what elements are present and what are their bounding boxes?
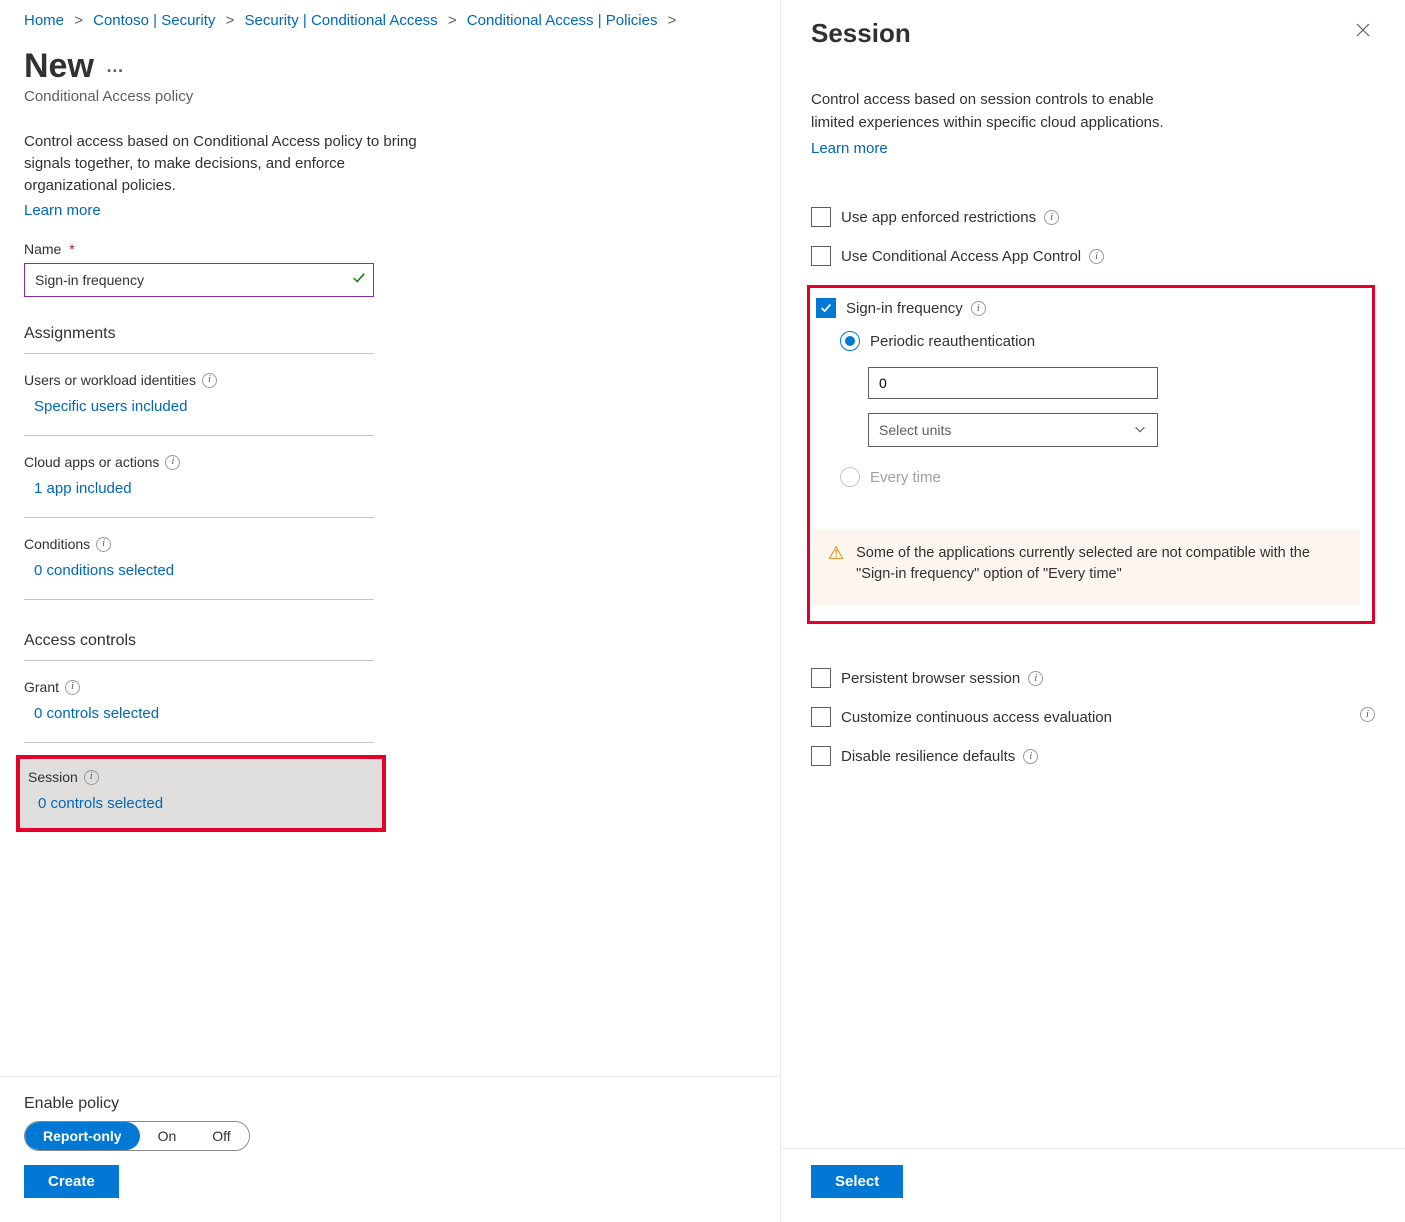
required-icon: *	[69, 241, 74, 257]
signin-frequency-checkbox[interactable]	[816, 298, 836, 318]
access-controls-header: Access controls	[24, 632, 374, 661]
session-section-title: Session	[28, 769, 78, 785]
create-button[interactable]: Create	[24, 1165, 119, 1198]
info-icon[interactable]: i	[1044, 210, 1059, 225]
apps-link[interactable]: 1 app included	[24, 480, 132, 507]
periodic-radio-label: Periodic reauthentication	[870, 333, 1035, 350]
chevron-down-icon	[1133, 422, 1147, 439]
page-title: New	[24, 47, 94, 86]
assignments-header: Assignments	[24, 325, 374, 354]
info-icon[interactable]: i	[1360, 707, 1375, 722]
signin-frequency-highlight: Sign-in frequency i Periodic reauthentic…	[807, 285, 1375, 624]
units-select-placeholder: Select units	[879, 422, 951, 438]
session-link[interactable]: 0 controls selected	[26, 795, 163, 822]
breadcrumb-security[interactable]: Contoso | Security	[93, 12, 215, 29]
toggle-off[interactable]: Off	[194, 1122, 248, 1150]
conditions-section-title: Conditions	[24, 536, 90, 552]
breadcrumb-policies[interactable]: Conditional Access | Policies	[467, 12, 658, 29]
apps-section-title: Cloud apps or actions	[24, 454, 159, 470]
select-button[interactable]: Select	[811, 1165, 903, 1198]
warning-icon: ⚠	[828, 543, 844, 585]
learn-more-link[interactable]: Learn more	[24, 202, 756, 219]
info-icon[interactable]: i	[84, 770, 99, 785]
persistent-browser-checkbox[interactable]	[811, 668, 831, 688]
everytime-radio-label: Every time	[870, 469, 941, 486]
users-section-title: Users or workload identities	[24, 372, 196, 388]
grant-link[interactable]: 0 controls selected	[24, 705, 159, 732]
periodic-radio[interactable]	[840, 331, 860, 351]
warning-message: ⚠ Some of the applications currently sel…	[812, 529, 1360, 605]
name-input[interactable]	[24, 263, 374, 297]
page-intro: Control access based on Conditional Acce…	[24, 131, 424, 196]
info-icon[interactable]: i	[971, 301, 986, 316]
chevron-right-icon: >	[448, 12, 457, 29]
persistent-browser-label: Persistent browser session	[841, 668, 1020, 689]
cae-checkbox[interactable]	[811, 707, 831, 727]
info-icon[interactable]: i	[1028, 671, 1043, 686]
divider	[24, 599, 374, 600]
toggle-on[interactable]: On	[140, 1122, 195, 1150]
chevron-right-icon: >	[226, 12, 235, 29]
breadcrumb-home[interactable]: Home	[24, 12, 64, 29]
breadcrumb: Home > Contoso | Security > Security | C…	[24, 12, 756, 29]
users-link[interactable]: Specific users included	[24, 398, 187, 425]
panel-intro: Control access based on session controls…	[811, 89, 1171, 134]
toggle-report-only[interactable]: Report-only	[25, 1122, 140, 1150]
enable-policy-label: Enable policy	[24, 1095, 756, 1113]
signin-frequency-label: Sign-in frequency	[846, 298, 963, 319]
chevron-right-icon: >	[74, 12, 83, 29]
check-icon	[352, 271, 366, 288]
everytime-radio	[840, 467, 860, 487]
enforced-restrictions-label: Use app enforced restrictions	[841, 207, 1036, 228]
warning-text: Some of the applications currently selec…	[856, 543, 1344, 585]
resilience-defaults-label: Disable resilience defaults	[841, 746, 1015, 767]
info-icon[interactable]: i	[65, 680, 80, 695]
info-icon[interactable]: i	[96, 537, 111, 552]
info-icon[interactable]: i	[1089, 249, 1104, 264]
breadcrumb-conditional-access[interactable]: Security | Conditional Access	[245, 12, 438, 29]
units-select[interactable]: Select units	[868, 413, 1158, 447]
frequency-number-input[interactable]	[868, 367, 1158, 399]
info-icon[interactable]: i	[1023, 749, 1038, 764]
close-icon[interactable]	[1351, 18, 1375, 47]
divider	[24, 435, 374, 436]
info-icon[interactable]: i	[202, 373, 217, 388]
conditions-link[interactable]: 0 conditions selected	[24, 562, 174, 589]
resilience-defaults-checkbox[interactable]	[811, 746, 831, 766]
info-icon[interactable]: i	[165, 455, 180, 470]
cae-label: Customize continuous access evaluation	[841, 707, 1112, 728]
app-control-label: Use Conditional Access App Control	[841, 246, 1081, 267]
enforced-restrictions-checkbox[interactable]	[811, 207, 831, 227]
enable-policy-toggle[interactable]: Report-only On Off	[24, 1121, 250, 1151]
name-field-label: Name	[24, 241, 61, 257]
grant-section-title: Grant	[24, 679, 59, 695]
app-control-checkbox[interactable]	[811, 246, 831, 266]
page-subtitle: Conditional Access policy	[24, 88, 756, 105]
divider	[24, 742, 374, 743]
panel-title: Session	[811, 18, 911, 49]
panel-learn-more-link[interactable]: Learn more	[811, 140, 1375, 157]
divider	[24, 517, 374, 518]
chevron-right-icon: >	[668, 12, 677, 29]
more-actions-icon[interactable]: …	[106, 56, 124, 77]
session-section-highlight[interactable]: Session i 0 controls selected	[16, 755, 386, 832]
